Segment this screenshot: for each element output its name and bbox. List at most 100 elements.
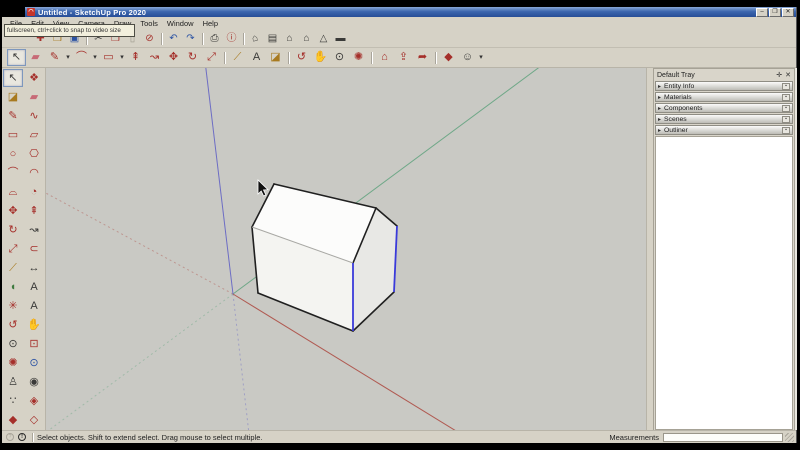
maximize-button[interactable]: ❐ (769, 7, 781, 17)
shapes-tool-dropdown[interactable]: ▾ (118, 49, 126, 66)
lts-zoom-previous-tool[interactable]: ⊙ (24, 354, 44, 372)
lts-scale-tool[interactable]: ⤢ (3, 240, 23, 258)
lts-axes-tool[interactable]: ✳ (3, 297, 23, 315)
move-tool-button[interactable]: ✥ (164, 49, 183, 66)
undo-button[interactable]: ↶ (165, 31, 182, 46)
follow-me-button[interactable]: ↝ (145, 49, 164, 66)
section-detach-icon[interactable]: ▪ (782, 82, 790, 90)
pan-tool-button[interactable]: ✋ (311, 49, 330, 66)
lts-pie-tool[interactable]: ◔ (24, 183, 44, 201)
lts-section-fill-tool[interactable]: ◆ (3, 411, 23, 429)
resize-grip[interactable] (785, 432, 794, 442)
close-button[interactable]: ✕ (782, 7, 794, 17)
tray-section-outliner[interactable]: ▸ Outliner ▪ (655, 125, 793, 135)
rotate-tool-button[interactable]: ↻ (183, 49, 202, 66)
left-view-button[interactable]: △ (315, 31, 332, 46)
expand-arrow-icon[interactable]: ▸ (658, 83, 661, 90)
lts-zoom-extents-tool[interactable]: ✺ (3, 354, 23, 372)
lts-two-point-arc-tool[interactable]: ◠ (24, 164, 44, 182)
sign-in-button[interactable]: ☺ (458, 49, 477, 66)
lts-rotate-tool[interactable]: ↻ (3, 221, 23, 239)
tray-section-materials[interactable]: ▸ Materials ▪ (655, 92, 793, 102)
section-detach-icon[interactable]: ▪ (782, 104, 790, 112)
shapes-tool-button[interactable]: ▭ (99, 49, 118, 66)
right-view-button[interactable]: ⌂ (298, 31, 315, 46)
paint-bucket-button[interactable]: ◪ (266, 49, 285, 66)
text-tool-button[interactable]: A (247, 49, 266, 66)
lts-position-camera-tool[interactable]: ♙ (3, 373, 23, 391)
top-view-button[interactable]: ▤ (264, 31, 281, 46)
3d-warehouse-button[interactable]: ⌂ (375, 49, 394, 66)
lts-three-point-arc-tool[interactable]: ⌓ (3, 183, 23, 201)
lts-section-display-tool[interactable]: ◇ (24, 411, 44, 429)
expand-arrow-icon[interactable]: ▸ (658, 116, 661, 123)
minimize-button[interactable]: – (756, 7, 768, 17)
lts-zoom-window-tool[interactable]: ⊡ (24, 335, 44, 353)
arc-tool-dropdown[interactable]: ▾ (91, 49, 99, 66)
front-view-button[interactable]: ⌂ (281, 31, 298, 46)
lts-rectangle-tool[interactable]: ▭ (3, 126, 23, 144)
geolocation-icon[interactable]: ? (6, 433, 14, 441)
erase-button[interactable]: ⊘ (141, 31, 158, 46)
line-tool-dropdown[interactable]: ▾ (64, 49, 72, 66)
lts-circle-tool[interactable]: ○ (3, 145, 23, 163)
panel-splitter[interactable] (646, 68, 653, 430)
lts-look-around-tool[interactable]: ◉ (24, 373, 44, 391)
zoom-extents-button[interactable]: ✺ (349, 49, 368, 66)
lts-orbit-tool[interactable]: ↺ (3, 316, 23, 334)
lts-arc-tool[interactable]: ⌒ (3, 164, 23, 182)
menu-help[interactable]: Help (203, 19, 218, 28)
arc-tool-button[interactable]: ⌒ (72, 49, 91, 66)
lts-polygon-tool[interactable]: ⎔ (24, 145, 44, 163)
share-model-button[interactable]: ⇪ (394, 49, 413, 66)
lts-line-tool[interactable]: ✎ (3, 107, 23, 125)
lts-rotated-rectangle-tool[interactable]: ▱ (24, 126, 44, 144)
lts-freehand-tool[interactable]: ∿ (24, 107, 44, 125)
section-detach-icon[interactable]: ▪ (782, 115, 790, 123)
lts-text-tool[interactable]: A (24, 278, 44, 296)
menu-window[interactable]: Window (167, 19, 194, 28)
send-to-layout-button[interactable]: ➦ (413, 49, 432, 66)
lts-section-plane-tool[interactable]: ◈ (24, 392, 44, 410)
tray-section-entity-info[interactable]: ▸ Entity Info ▪ (655, 81, 793, 91)
redo-button[interactable]: ↷ (182, 31, 199, 46)
tray-close-icon[interactable]: ✕ (785, 71, 791, 79)
expand-arrow-icon[interactable]: ▸ (658, 127, 661, 134)
lts-3d-text-tool[interactable]: A (24, 297, 44, 315)
zoom-tool-button[interactable]: ⊙ (330, 49, 349, 66)
lts-dimension-tool[interactable]: ↔ (24, 259, 44, 277)
push-pull-button[interactable]: ⇞ (126, 49, 145, 66)
section-detach-icon[interactable]: ▪ (782, 126, 790, 134)
scale-tool-button[interactable]: ⤢ (202, 49, 221, 66)
credit-attribution-icon[interactable]: ! (18, 433, 26, 441)
lts-paint-bucket[interactable]: ◪ (3, 88, 23, 106)
print-button[interactable]: ⎙ (206, 31, 223, 46)
section-detach-icon[interactable]: ▪ (782, 93, 790, 101)
lts-eraser-tool[interactable]: ▰ (24, 88, 44, 106)
lts-offset-tool[interactable]: ⊂ (24, 240, 44, 258)
tray-section-scenes[interactable]: ▸ Scenes ▪ (655, 114, 793, 124)
lts-tape-measure-tool[interactable]: ⟋ (3, 259, 23, 277)
measurements-input[interactable] (663, 432, 783, 442)
eraser-tool-button[interactable]: ▰ (26, 49, 45, 66)
tray-section-components[interactable]: ▸ Components ▪ (655, 103, 793, 113)
back-view-button[interactable]: ▬ (332, 31, 349, 46)
lts-walk-tool[interactable]: ∵ (3, 392, 23, 410)
expand-arrow-icon[interactable]: ▸ (658, 94, 661, 101)
lts-move-tool[interactable]: ✥ (3, 202, 23, 220)
lts-push-pull-tool[interactable]: ⇞ (24, 202, 44, 220)
lts-pan-tool[interactable]: ✋ (24, 316, 44, 334)
tape-measure-button[interactable]: ⟋ (228, 49, 247, 66)
orbit-tool-button[interactable]: ↺ (292, 49, 311, 66)
line-tool-button[interactable]: ✎ (45, 49, 64, 66)
pin-icon[interactable]: ✛ (776, 71, 782, 79)
extension-warehouse-button[interactable]: ◆ (439, 49, 458, 66)
menu-tools[interactable]: Tools (140, 19, 158, 28)
sign-in-dropdown[interactable]: ▾ (477, 49, 485, 66)
select-tool-button[interactable]: ↖ (7, 49, 26, 66)
lts-make-component[interactable]: ❖ (24, 69, 44, 87)
lts-protractor-tool[interactable]: ◖ (3, 278, 23, 296)
model-info-button[interactable]: ⓘ (223, 31, 240, 46)
expand-arrow-icon[interactable]: ▸ (658, 105, 661, 112)
lts-zoom-tool[interactable]: ⊙ (3, 335, 23, 353)
